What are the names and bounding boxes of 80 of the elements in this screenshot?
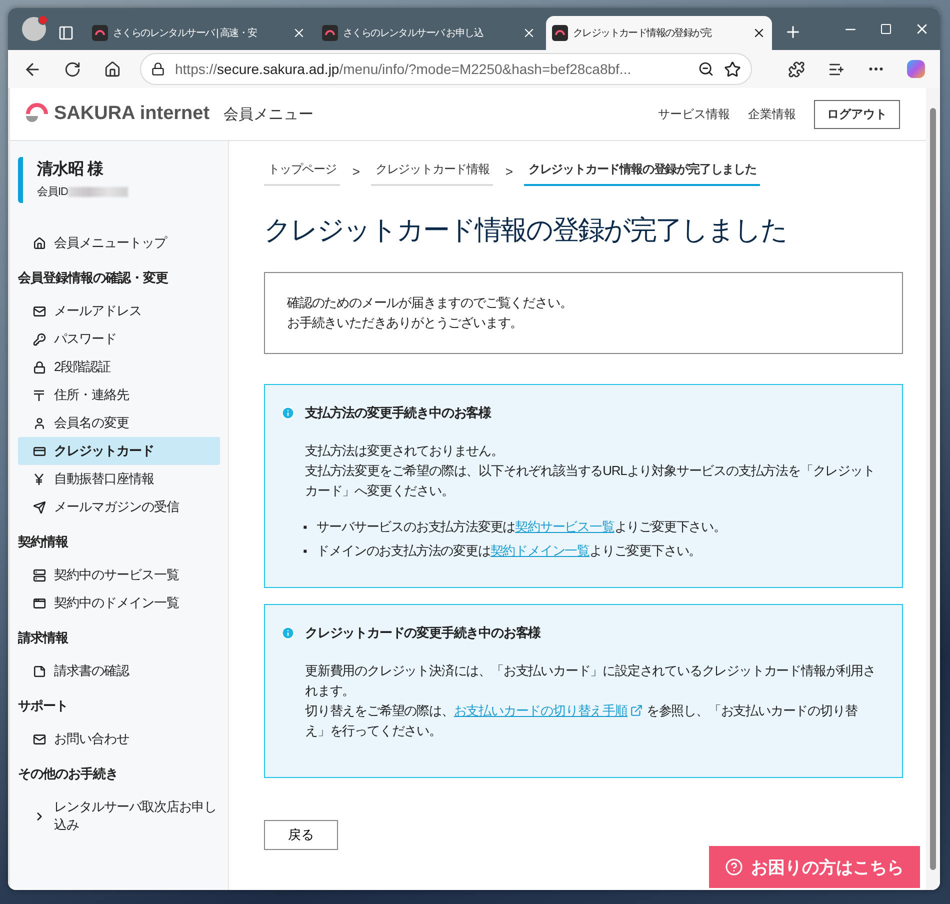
breadcrumb-item[interactable]: クレジットカード情報: [371, 157, 494, 186]
sidebar-item[interactable]: 自動振替口座情報: [18, 465, 220, 493]
close-icon[interactable]: [522, 26, 536, 40]
bullet-text: サーバサービスのお支払方法変更は契約サービス一覧よりご変更下さい。: [316, 518, 726, 536]
scrollbar[interactable]: [926, 88, 940, 890]
sidebar-item[interactable]: 会員メニュートップ: [18, 229, 220, 257]
header-title: 会員メニュー: [224, 104, 314, 124]
external-link-icon: [630, 704, 644, 717]
bullet-text: ドメインのお支払方法の変更は契約ドメイン一覧よりご変更下さい。: [316, 542, 702, 560]
sidebar-item[interactable]: 契約中のドメイン一覧: [18, 589, 220, 617]
sidebar-item[interactable]: クレジットカード: [18, 437, 220, 465]
redacted-id: [68, 186, 128, 196]
star-icon[interactable]: [724, 60, 741, 78]
header-link[interactable]: サービス情報: [658, 106, 730, 122]
favicon-icon: [92, 25, 108, 41]
bullet-marker: ▪: [303, 519, 307, 536]
member-id-label: 会員ID: [37, 185, 68, 199]
bullet-marker: ▪: [303, 543, 307, 560]
paper-plane-icon: [32, 500, 46, 514]
logo-text: SAKURA internet: [54, 103, 210, 125]
sidebar-item[interactable]: 2段階認証: [18, 353, 220, 381]
help-icon: [725, 858, 743, 876]
sidebar-item[interactable]: メールアドレス: [18, 297, 220, 325]
sidebar-item[interactable]: パスワード: [18, 325, 220, 353]
breadcrumb-item[interactable]: トップページ: [264, 157, 340, 186]
breadcrumb-separator: >: [352, 164, 360, 179]
info-icon: [281, 406, 295, 420]
sidebar-item[interactable]: 請求書の確認: [18, 657, 220, 685]
logout-button[interactable]: ログアウト: [814, 100, 900, 128]
note-icon: [32, 664, 46, 678]
sidebar-item[interactable]: 会員名の変更: [18, 409, 220, 437]
lock-icon: [32, 360, 46, 374]
favicon-icon: [322, 25, 338, 41]
favicon-icon: [552, 25, 568, 41]
breadcrumb-separator: >: [505, 164, 512, 179]
close-icon[interactable]: [752, 26, 766, 40]
sidebar-item[interactable]: メールマガジンの受信: [18, 493, 220, 521]
info-text: 支払方法変更をご希望の際は、以下それぞれ該当するURLより対象サービスの支払方法を「クレジットカード」へ変更ください。: [305, 462, 876, 500]
sidebar-item[interactable]: 住所・連絡先: [18, 381, 220, 409]
header-link[interactable]: 企業情報: [748, 106, 796, 122]
info-text: 更新費用のクレジット決済には、「お支払いカード」に設定されているクレジットカード情報が利用されます。: [305, 662, 876, 700]
back-button[interactable]: 戻る: [264, 820, 338, 850]
browser-tab[interactable]: さくらのレンタルサーバ | 高速・安: [86, 16, 312, 50]
user-name: 清水昭 様: [37, 160, 104, 180]
notice-text: 確認のためのメールが届きますのでご覧ください。: [287, 294, 574, 312]
sidebar-heading: 請求情報: [18, 629, 70, 647]
info-icon: [281, 626, 295, 640]
sidebar-item[interactable]: お問い合わせ: [18, 725, 220, 753]
home-icon: [32, 236, 46, 250]
sidebar-heading: 契約情報: [18, 533, 70, 551]
browser-tab[interactable]: クレジットカード情報の登録が完: [546, 16, 772, 50]
address-bar[interactable]: https://secure.sakura.ad.jp/menu/info/?mode=M2250&hash=bef28ca8bf...: [140, 53, 752, 85]
person-icon: [32, 416, 46, 430]
zoom-out-icon[interactable]: [698, 61, 714, 77]
sidebar-heading: 会員登録情報の確認・変更: [18, 269, 170, 287]
mail-icon: [32, 304, 46, 318]
sidebar-item[interactable]: レンタルサーバ取次店お申し込み: [18, 793, 220, 839]
lock-icon: [151, 62, 165, 76]
info-heading: クレジットカードの変更手続き中のお客様: [305, 624, 541, 642]
sidebar-item[interactable]: 契約中のサービス一覧: [18, 561, 220, 589]
key-icon: [32, 332, 46, 346]
page-title: クレジットカード情報の登録が完了しました: [264, 214, 788, 247]
breadcrumb-item[interactable]: クレジットカード情報の登録が完了しました: [524, 157, 760, 186]
sidebar-heading: その他のお手続き: [18, 765, 119, 783]
new-tab-icon[interactable]: [784, 23, 802, 41]
profile-avatar[interactable]: [22, 17, 46, 41]
mail-icon: [32, 732, 46, 746]
sidebar-toggle-icon[interactable]: [58, 25, 74, 41]
close-icon[interactable]: [292, 26, 306, 40]
yen-icon: [32, 473, 46, 485]
sidebar-heading: サポート: [18, 697, 69, 715]
notice-text: お手続きいただきありがとうございます。: [287, 314, 524, 332]
info-heading: 支払方法の変更手続き中のお客様: [305, 404, 492, 422]
credit-card-icon: [32, 444, 46, 458]
server-icon: [32, 568, 46, 582]
window-icon: [32, 596, 46, 610]
info-text: 切り替えをご希望の際は、お支払いカードの切り替え手順 を参照し、「お支払いカードの切り替え」を行ってください。: [305, 702, 858, 740]
browser-tab[interactable]: さくらのレンタルサーバ お申し込: [316, 16, 542, 50]
info-text: 支払方法は変更されておりません。: [305, 442, 504, 460]
postal-mark-icon: [32, 389, 46, 401]
